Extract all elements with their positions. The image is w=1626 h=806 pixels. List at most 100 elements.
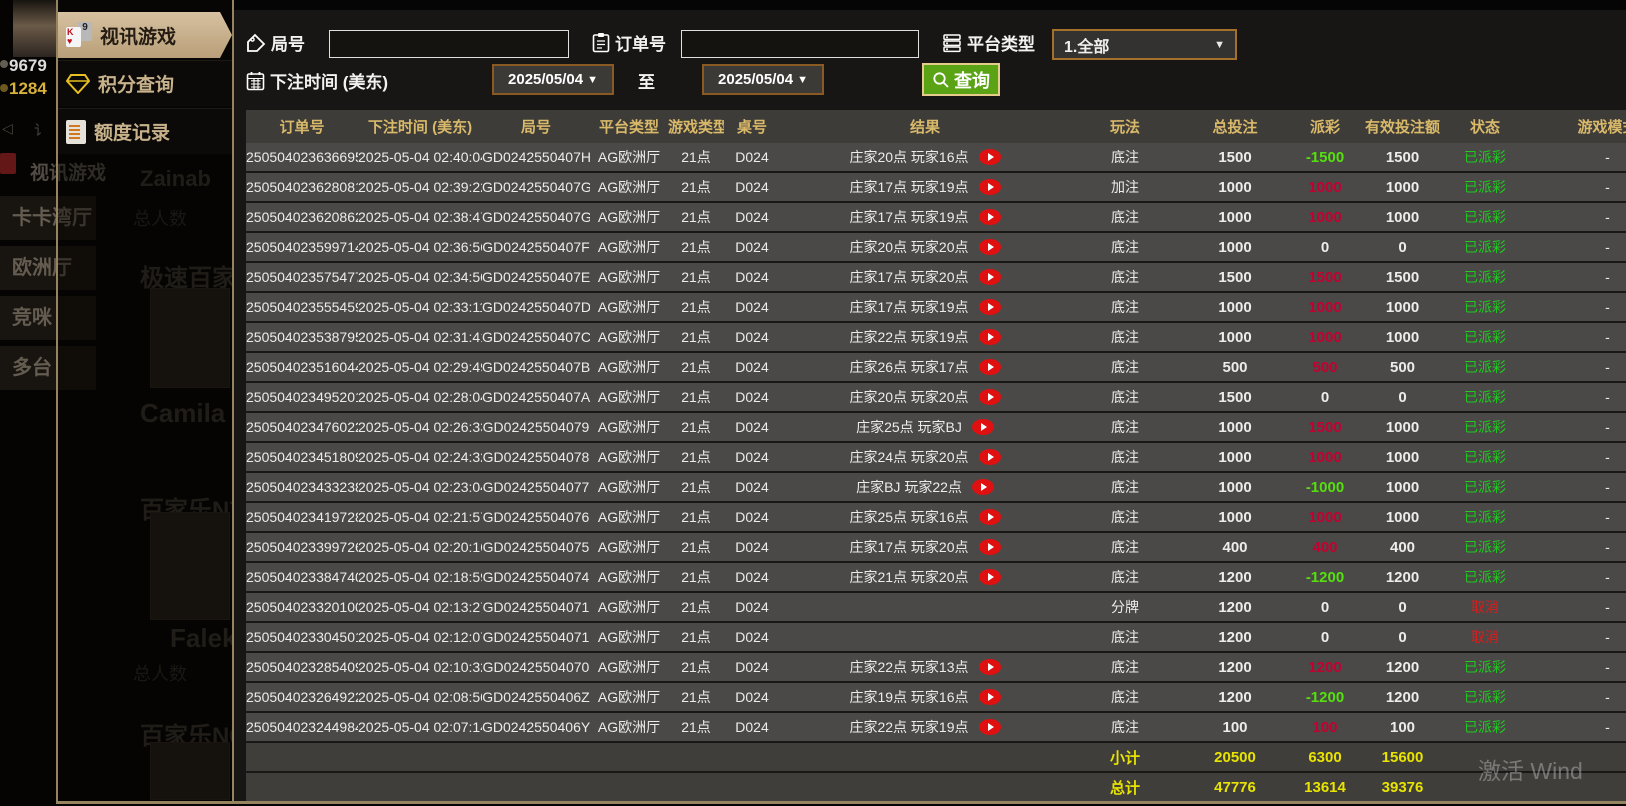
play-video-button[interactable] [978,149,1001,165]
total-bet-cell: 1000 [1218,328,1252,346]
total-bet-cell: 1200 [1218,598,1252,616]
dim-glyph: 讠 [34,122,48,138]
play-video-button[interactable] [978,509,1001,525]
table-row: 250504023419728 2025-05-04 02:21:57 GD0242… [246,503,1626,533]
diamond-icon [66,73,90,94]
play-video-button[interactable] [978,719,1001,735]
play-video-button[interactable] [978,449,1001,465]
bet-time-cell: 2025-05-04 02:34:50 [358,269,482,285]
game-type-cell: 21点 [681,689,711,705]
game-mode-cell: - [1605,419,1610,435]
total-bet-cell: 1000 [1218,208,1252,226]
result-text: 庄家BJ 玩家22点 [856,479,962,495]
round-number-label: 局号 [246,30,305,55]
total-bet-cell: 1200 [1218,658,1252,676]
payout-cell: 500 [1312,358,1338,376]
round-number-cell: GD02425504078 [482,449,590,465]
play-video-button[interactable] [978,209,1001,225]
play-type-cell: 底注 [1111,449,1139,465]
bet-time-cell: 2025-05-04 02:33:11 [358,299,482,315]
play-type-cell: 底注 [1111,359,1139,375]
play-video-button[interactable] [978,269,1001,285]
play-video-button[interactable] [971,479,994,495]
game-mode-cell: - [1605,509,1610,525]
game-mode-cell: - [1605,179,1610,195]
date-to-select[interactable]: 2025/05/04 ▼ [702,64,824,95]
table-number-cell: D024 [735,629,769,645]
platform-cell: AG欧洲厅 [597,269,661,285]
menu-item-credit-records[interactable]: 额度记录 [58,108,232,154]
platform-cell: AG欧洲厅 [597,479,661,495]
valid-bet-cell: 1000 [1385,178,1420,196]
valid-bet-cell: 500 [1389,358,1416,376]
play-type-cell: 底注 [1111,479,1139,495]
result-text: 庄家17点 玩家20点 [849,269,969,285]
game-type-cell: 21点 [681,599,711,615]
order-number-cell: 250504023620862 [246,209,358,225]
valid-bet-cell: 1000 [1385,328,1420,346]
total-bet-sum-cell: 47776 [1214,778,1256,796]
menu-item-points-query[interactable]: 积分查询 [58,60,232,106]
platform-cell: AG欧洲厅 [597,329,661,345]
order-number-cell: 250504023628081 [246,179,358,195]
date-from-select[interactable]: 2025/05/04 ▼ [492,64,614,95]
order-number-cell: 250504023433238 [246,479,358,495]
play-type-cell: 底注 [1111,419,1139,435]
play-type-cell: 底注 [1111,329,1139,345]
platform-cell: AG欧洲厅 [597,299,661,315]
platform-type-select[interactable]: 1.全部 ▼ [1052,29,1237,60]
table-number-cell: D024 [735,479,769,495]
records-table-footer: 小计 20500 6300 15600 总计 47776 13614 39376 [246,743,1626,803]
search-button[interactable]: 查询 [922,63,1000,96]
bet-time-cell: 2025-05-04 02:26:33 [358,419,482,435]
play-video-button[interactable] [978,689,1001,705]
play-video-button[interactable] [978,329,1001,345]
result-text: 庄家22点 玩家19点 [849,329,969,345]
table-row: 250504023538795 2025-05-04 02:31:41 GD0242… [246,323,1626,353]
bet-time-cell: 2025-05-04 02:13:27 [358,599,482,615]
result-text: 庄家19点 玩家16点 [849,689,969,705]
bet-time-cell: 2025-05-04 02:08:50 [358,689,482,705]
bet-time-cell: 2025-05-04 02:20:16 [358,539,482,555]
round-number-input[interactable] [329,30,569,58]
balance-secondary: 1284 [9,79,47,98]
play-video-button[interactable] [978,299,1001,315]
play-type-cell: 底注 [1111,569,1139,585]
table-row: 250504023495201 2025-05-04 02:28:04 GD0242… [246,383,1626,413]
table-number-cell: D024 [735,239,769,255]
round-number-cell: GD0242550406Y [482,719,590,735]
menu-item-video-games[interactable]: 9 K ♥ 视讯游戏 [58,12,232,58]
play-video-button[interactable] [978,659,1001,675]
status-cell: 已派彩 [1464,209,1506,225]
date-from-value: 2025/05/04 [508,71,584,88]
round-number-cell: GD0242550407A [482,389,590,405]
game-mode-cell: - [1605,599,1610,615]
bet-time-cell: 2025-05-04 02:29:49 [358,359,482,375]
play-video-button[interactable] [978,359,1001,375]
table-row: 250504023451809 2025-05-04 02:24:32 GD0242… [246,443,1626,473]
play-type-cell: 底注 [1111,509,1139,525]
result-cell: 庄家17点 玩家19点 [780,177,1070,197]
order-number-cell: 250504023555459 [246,299,358,315]
order-number-input[interactable] [681,30,919,58]
play-video-button[interactable] [978,239,1001,255]
play-video-button[interactable] [978,389,1001,405]
result-cell: 庄家21点 玩家20点 [780,567,1070,587]
coin-icon [0,60,8,68]
order-number-cell: 250504023304501 [246,629,358,645]
play-video-button[interactable] [978,539,1001,555]
total-bet-cell: 400 [1222,538,1248,556]
game-type-cell: 21点 [681,299,711,315]
coin-icon [0,84,8,92]
total-bet-cell: 1000 [1218,298,1252,316]
column-header: 订单号 [279,119,325,136]
play-video-button[interactable] [978,179,1001,195]
calendar-icon [246,71,265,90]
total-bet-cell: 100 [1222,718,1248,736]
result-cell: 庄家20点 玩家20点 [780,387,1070,407]
play-type-cell: 底注 [1111,389,1139,405]
search-icon [933,71,949,88]
play-video-button[interactable] [971,419,994,435]
play-video-button[interactable] [978,569,1001,585]
play-type-cell: 底注 [1111,689,1139,705]
